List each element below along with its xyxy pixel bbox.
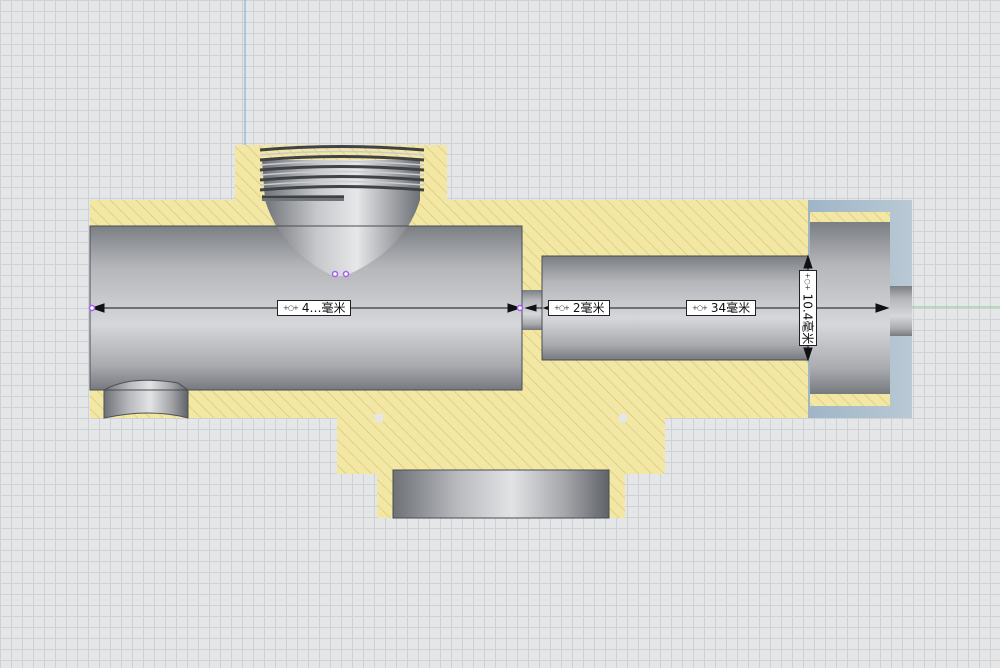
dimension-label-text: 34毫米 — [710, 301, 751, 315]
dimension-glyph-icon: +○+ — [804, 272, 813, 291]
end-cap[interactable] — [808, 200, 912, 418]
section-view-canvas[interactable] — [0, 0, 1000, 668]
dimension-label-text: 10.4毫米 — [800, 293, 815, 344]
cross-hole[interactable] — [103, 379, 189, 419]
dimension-glyph-icon: +○+ — [554, 304, 570, 312]
dimension-glyph-icon: +○+ — [283, 304, 299, 312]
dimension-label-a[interactable]: +○+ 4…毫米 — [277, 300, 352, 316]
dimension-label-text: 4…毫米 — [301, 301, 346, 315]
dimension-glyph-icon: +○+ — [692, 304, 708, 312]
dimension-label-c[interactable]: +○+ 34毫米 — [686, 300, 757, 316]
bottom-bore[interactable] — [393, 470, 609, 518]
dimension-label-b[interactable]: +○+ 2毫米 — [548, 300, 611, 316]
dimension-label-text: 2毫米 — [572, 301, 605, 315]
dimension-label-d[interactable]: +○+ 10.4毫米 — [799, 270, 817, 346]
